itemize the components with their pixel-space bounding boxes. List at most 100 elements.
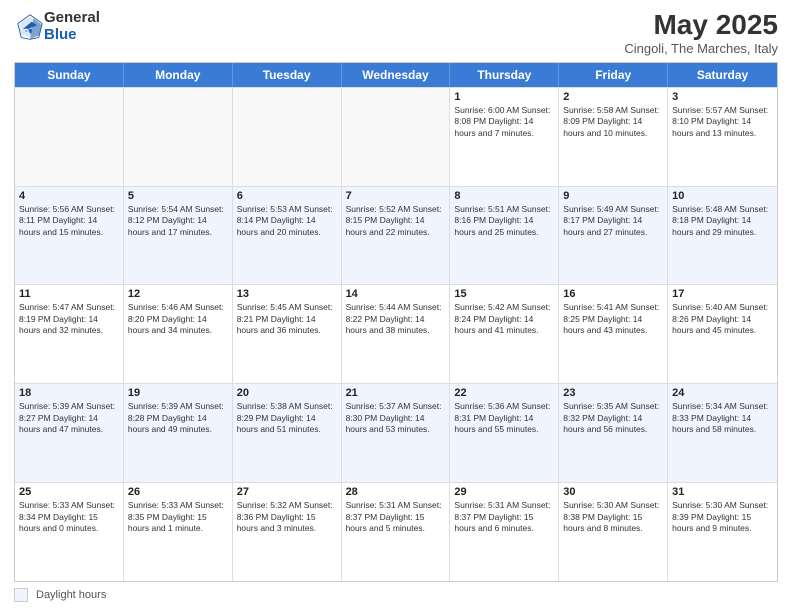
cal-cell-r2-c7: 10Sunrise: 5:48 AM Sunset: 8:18 PM Dayli… bbox=[668, 187, 777, 285]
logo-blue-text: Blue bbox=[44, 27, 100, 44]
page: General Blue May 2025 Cingoli, The March… bbox=[0, 0, 792, 612]
cell-info: Sunrise: 5:30 AM Sunset: 8:39 PM Dayligh… bbox=[672, 500, 773, 534]
legend-box bbox=[14, 588, 28, 602]
day-number: 12 bbox=[128, 288, 228, 300]
cal-cell-r4-c7: 24Sunrise: 5:34 AM Sunset: 8:33 PM Dayli… bbox=[668, 384, 777, 482]
calendar-row-5: 25 Sunrise: 5:33 AM Sunset: 8:34 PM Dayli… bbox=[15, 482, 777, 581]
cell-info: Sunrise: 5:33 AM Sunset: 8:34 PM Dayligh… bbox=[19, 500, 119, 534]
cell-info: Sunrise: 5:31 AM Sunset: 8:37 PM Dayligh… bbox=[454, 500, 554, 534]
cell-info: Sunrise: 6:00 AM Sunset: 8:08 PM Dayligh… bbox=[454, 105, 554, 139]
cell-info: Sunrise: 5:45 AM Sunset: 8:21 PM Dayligh… bbox=[237, 302, 337, 336]
cell-info: Sunrise: 5:44 AM Sunset: 8:22 PM Dayligh… bbox=[346, 302, 446, 336]
day-number: 20 bbox=[237, 387, 337, 399]
cell-info: Sunrise: 5:32 AM Sunset: 8:36 PM Dayligh… bbox=[237, 500, 337, 534]
cal-cell-r1-c6: 2 Sunrise: 5:58 AM Sunset: 8:09 PM Daylig… bbox=[559, 88, 668, 186]
cal-cell-r1-c4 bbox=[342, 88, 451, 186]
cal-cell-r3-c5: 15 Sunrise: 5:42 AM Sunset: 8:24 PM Dayli… bbox=[450, 285, 559, 383]
cal-cell-r5-c4: 28 Sunrise: 5:31 AM Sunset: 8:37 PM Dayli… bbox=[342, 483, 451, 581]
header: General Blue May 2025 Cingoli, The March… bbox=[14, 10, 778, 56]
day-number: 11 bbox=[19, 288, 119, 300]
cell-info: Sunrise: 5:40 AM Sunset: 8:26 PM Dayligh… bbox=[672, 302, 773, 336]
day-number: 27 bbox=[237, 486, 337, 498]
day-number: 21 bbox=[346, 387, 446, 399]
cal-cell-r1-c5: 1 Sunrise: 6:00 AM Sunset: 8:08 PM Daylig… bbox=[450, 88, 559, 186]
header-saturday: Saturday bbox=[668, 63, 777, 87]
cell-info: Sunrise: 5:47 AM Sunset: 8:19 PM Dayligh… bbox=[19, 302, 119, 336]
cell-info: Sunrise: 5:33 AM Sunset: 8:35 PM Dayligh… bbox=[128, 500, 228, 534]
cal-cell-r2-c5: 8 Sunrise: 5:51 AM Sunset: 8:16 PM Daylig… bbox=[450, 187, 559, 285]
day-number: 3 bbox=[672, 91, 773, 103]
day-number: 10 bbox=[672, 190, 773, 202]
day-number: 28 bbox=[346, 486, 446, 498]
day-number: 30 bbox=[563, 486, 663, 498]
cal-cell-r1-c1 bbox=[15, 88, 124, 186]
cal-cell-r5-c7: 31 Sunrise: 5:30 AM Sunset: 8:39 PM Dayli… bbox=[668, 483, 777, 581]
cal-cell-r3-c1: 11 Sunrise: 5:47 AM Sunset: 8:19 PM Dayli… bbox=[15, 285, 124, 383]
cell-info: Sunrise: 5:51 AM Sunset: 8:16 PM Dayligh… bbox=[454, 204, 554, 238]
cell-info: Sunrise: 5:39 AM Sunset: 8:27 PM Dayligh… bbox=[19, 401, 119, 435]
cal-cell-r5-c5: 29 Sunrise: 5:31 AM Sunset: 8:37 PM Dayli… bbox=[450, 483, 559, 581]
logo: General Blue bbox=[14, 10, 100, 43]
cal-cell-r1-c7: 3 Sunrise: 5:57 AM Sunset: 8:10 PM Daylig… bbox=[668, 88, 777, 186]
day-number: 29 bbox=[454, 486, 554, 498]
cell-info: Sunrise: 5:58 AM Sunset: 8:09 PM Dayligh… bbox=[563, 105, 663, 139]
cell-info: Sunrise: 5:41 AM Sunset: 8:25 PM Dayligh… bbox=[563, 302, 663, 336]
cell-info: Sunrise: 5:37 AM Sunset: 8:30 PM Dayligh… bbox=[346, 401, 446, 435]
cal-cell-r2-c6: 9Sunrise: 5:49 AM Sunset: 8:17 PM Daylig… bbox=[559, 187, 668, 285]
cal-cell-r3-c3: 13 Sunrise: 5:45 AM Sunset: 8:21 PM Dayli… bbox=[233, 285, 342, 383]
calendar-row-3: 11 Sunrise: 5:47 AM Sunset: 8:19 PM Dayli… bbox=[15, 284, 777, 383]
day-number: 6 bbox=[237, 190, 337, 202]
cell-info: Sunrise: 5:42 AM Sunset: 8:24 PM Dayligh… bbox=[454, 302, 554, 336]
day-number: 18 bbox=[19, 387, 119, 399]
day-number: 4 bbox=[19, 190, 119, 202]
day-number: 23 bbox=[563, 387, 663, 399]
cal-cell-r2-c2: 5 Sunrise: 5:54 AM Sunset: 8:12 PM Daylig… bbox=[124, 187, 233, 285]
cell-info: Sunrise: 5:31 AM Sunset: 8:37 PM Dayligh… bbox=[346, 500, 446, 534]
cal-cell-r4-c3: 20 Sunrise: 5:38 AM Sunset: 8:29 PM Dayli… bbox=[233, 384, 342, 482]
day-number: 9 bbox=[563, 190, 663, 202]
cell-info: Sunrise: 5:36 AM Sunset: 8:31 PM Dayligh… bbox=[454, 401, 554, 435]
day-number: 31 bbox=[672, 486, 773, 498]
cal-cell-r1-c3 bbox=[233, 88, 342, 186]
cell-info: Sunrise: 5:39 AM Sunset: 8:28 PM Dayligh… bbox=[128, 401, 228, 435]
cal-cell-r5-c3: 27 Sunrise: 5:32 AM Sunset: 8:36 PM Dayli… bbox=[233, 483, 342, 581]
cell-info: Sunrise: 5:57 AM Sunset: 8:10 PM Dayligh… bbox=[672, 105, 773, 139]
day-number: 15 bbox=[454, 288, 554, 300]
footer: Daylight hours bbox=[14, 588, 778, 602]
logo-text: General Blue bbox=[44, 10, 100, 43]
title-block: May 2025 Cingoli, The Marches, Italy bbox=[624, 10, 778, 56]
cal-cell-r3-c4: 14Sunrise: 5:44 AM Sunset: 8:22 PM Dayli… bbox=[342, 285, 451, 383]
day-number: 7 bbox=[346, 190, 446, 202]
cal-cell-r2-c4: 7Sunrise: 5:52 AM Sunset: 8:15 PM Daylig… bbox=[342, 187, 451, 285]
cal-cell-r3-c2: 12 Sunrise: 5:46 AM Sunset: 8:20 PM Dayli… bbox=[124, 285, 233, 383]
day-number: 2 bbox=[563, 91, 663, 103]
cell-info: Sunrise: 5:38 AM Sunset: 8:29 PM Dayligh… bbox=[237, 401, 337, 435]
cal-cell-r4-c4: 21 Sunrise: 5:37 AM Sunset: 8:30 PM Dayli… bbox=[342, 384, 451, 482]
header-thursday: Thursday bbox=[450, 63, 559, 87]
day-number: 25 bbox=[19, 486, 119, 498]
calendar-row-1: 1 Sunrise: 6:00 AM Sunset: 8:08 PM Daylig… bbox=[15, 87, 777, 186]
day-number: 1 bbox=[454, 91, 554, 103]
cell-info: Sunrise: 5:56 AM Sunset: 8:11 PM Dayligh… bbox=[19, 204, 119, 238]
day-number: 26 bbox=[128, 486, 228, 498]
legend-label: Daylight hours bbox=[36, 589, 106, 601]
day-number: 22 bbox=[454, 387, 554, 399]
cell-info: Sunrise: 5:54 AM Sunset: 8:12 PM Dayligh… bbox=[128, 204, 228, 238]
cal-cell-r5-c2: 26 Sunrise: 5:33 AM Sunset: 8:35 PM Dayli… bbox=[124, 483, 233, 581]
cal-cell-r1-c2 bbox=[124, 88, 233, 186]
day-number: 8 bbox=[454, 190, 554, 202]
cal-cell-r2-c1: 4 Sunrise: 5:56 AM Sunset: 8:11 PM Daylig… bbox=[15, 187, 124, 285]
cal-cell-r3-c7: 17Sunrise: 5:40 AM Sunset: 8:26 PM Dayli… bbox=[668, 285, 777, 383]
day-number: 13 bbox=[237, 288, 337, 300]
cal-cell-r2-c3: 6 Sunrise: 5:53 AM Sunset: 8:14 PM Daylig… bbox=[233, 187, 342, 285]
cell-info: Sunrise: 5:53 AM Sunset: 8:14 PM Dayligh… bbox=[237, 204, 337, 238]
calendar-body: 1 Sunrise: 6:00 AM Sunset: 8:08 PM Daylig… bbox=[15, 87, 777, 581]
location: Cingoli, The Marches, Italy bbox=[624, 41, 778, 56]
day-number: 19 bbox=[128, 387, 228, 399]
cal-cell-r5-c1: 25 Sunrise: 5:33 AM Sunset: 8:34 PM Dayli… bbox=[15, 483, 124, 581]
cell-info: Sunrise: 5:46 AM Sunset: 8:20 PM Dayligh… bbox=[128, 302, 228, 336]
day-number: 5 bbox=[128, 190, 228, 202]
cal-cell-r4-c6: 23Sunrise: 5:35 AM Sunset: 8:32 PM Dayli… bbox=[559, 384, 668, 482]
calendar-row-4: 18 Sunrise: 5:39 AM Sunset: 8:27 PM Dayli… bbox=[15, 383, 777, 482]
month-title: May 2025 bbox=[624, 10, 778, 41]
